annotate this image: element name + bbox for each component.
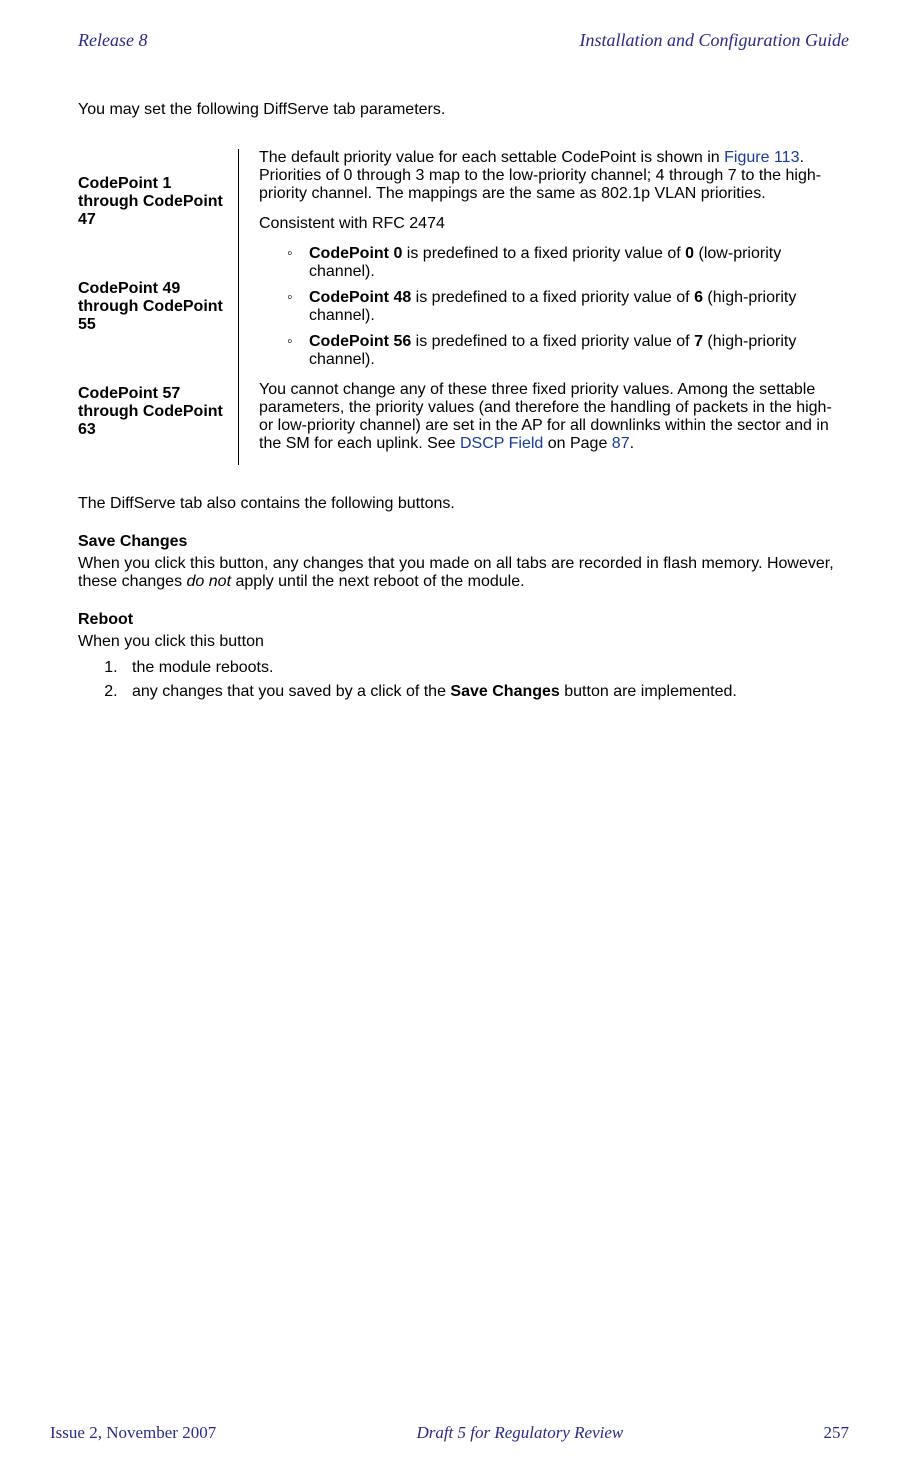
save-changes-heading: Save Changes	[78, 533, 849, 551]
text: is predefined to a fixed priority value …	[411, 333, 694, 350]
footer-left: Issue 2, November 2007	[50, 1423, 216, 1443]
codepoint-list: CodePoint 0 is predefined to a fixed pri…	[259, 245, 849, 369]
reboot-steps: the module reboots. any changes that you…	[78, 659, 849, 701]
list-item: CodePoint 56 is predefined to a fixed pr…	[287, 333, 849, 369]
page-header: Release 8 Installation and Configuration…	[78, 30, 849, 51]
do-not-emphasis: do not	[187, 573, 231, 590]
list-item: CodePoint 0 is predefined to a fixed pri…	[287, 245, 849, 281]
value-7: 7	[694, 333, 703, 350]
after-table-text: The DiffServe tab also contains the foll…	[78, 495, 849, 513]
text: any changes that you saved by a click of…	[132, 683, 450, 700]
value-6: 6	[694, 289, 703, 306]
document-page: Release 8 Installation and Configuration…	[0, 0, 899, 1473]
reboot-heading: Reboot	[78, 611, 849, 629]
codepoint-48-label: CodePoint 48	[309, 289, 411, 306]
def-paragraph-3: You cannot change any of these three fix…	[259, 381, 849, 453]
codepoint-56-label: CodePoint 56	[309, 333, 411, 350]
text: on Page	[543, 435, 612, 452]
footer-center: Draft 5 for Regulatory Review	[416, 1423, 623, 1443]
text: button are implemented.	[560, 683, 737, 700]
codepoint-0-label: CodePoint 0	[309, 245, 402, 262]
list-item: CodePoint 48 is predefined to a fixed pr…	[287, 289, 849, 325]
intro-text: You may set the following DiffServe tab …	[78, 101, 849, 119]
list-item: any changes that you saved by a click of…	[122, 683, 849, 701]
text: apply until the next reboot of the modul…	[231, 573, 525, 590]
figure-link[interactable]: Figure 113	[724, 149, 799, 166]
term-codepoint-49-55: CodePoint 49 through CodePoint 55	[78, 280, 228, 334]
page-footer: Issue 2, November 2007 Draft 5 for Regul…	[50, 1423, 849, 1443]
page-link[interactable]: 87	[612, 435, 630, 452]
save-changes-body: When you click this button, any changes …	[78, 555, 849, 591]
term-codepoint-57-63: CodePoint 57 through CodePoint 63	[78, 385, 228, 439]
def-paragraph-1: The default priority value for each sett…	[259, 149, 849, 203]
definition-body: The default priority value for each sett…	[239, 149, 849, 465]
definition-terms: CodePoint 1 through CodePoint 47 CodePoi…	[78, 149, 239, 465]
definition-table: CodePoint 1 through CodePoint 47 CodePoi…	[78, 149, 849, 465]
save-changes-ref: Save Changes	[450, 683, 559, 700]
reboot-intro: When you click this button	[78, 633, 849, 651]
text: is predefined to a fixed priority value …	[411, 289, 694, 306]
header-left: Release 8	[78, 30, 147, 51]
footer-page-number: 257	[823, 1423, 849, 1443]
value-0: 0	[685, 245, 694, 262]
text: The default priority value for each sett…	[259, 149, 724, 166]
header-right: Installation and Configuration Guide	[579, 30, 849, 51]
text: .	[630, 435, 634, 452]
list-item: the module reboots.	[122, 659, 849, 677]
dscp-link[interactable]: DSCP Field	[460, 435, 543, 452]
def-paragraph-2: Consistent with RFC 2474	[259, 215, 849, 233]
text: is predefined to a fixed priority value …	[402, 245, 685, 262]
term-codepoint-1-47: CodePoint 1 through CodePoint 47	[78, 175, 228, 229]
